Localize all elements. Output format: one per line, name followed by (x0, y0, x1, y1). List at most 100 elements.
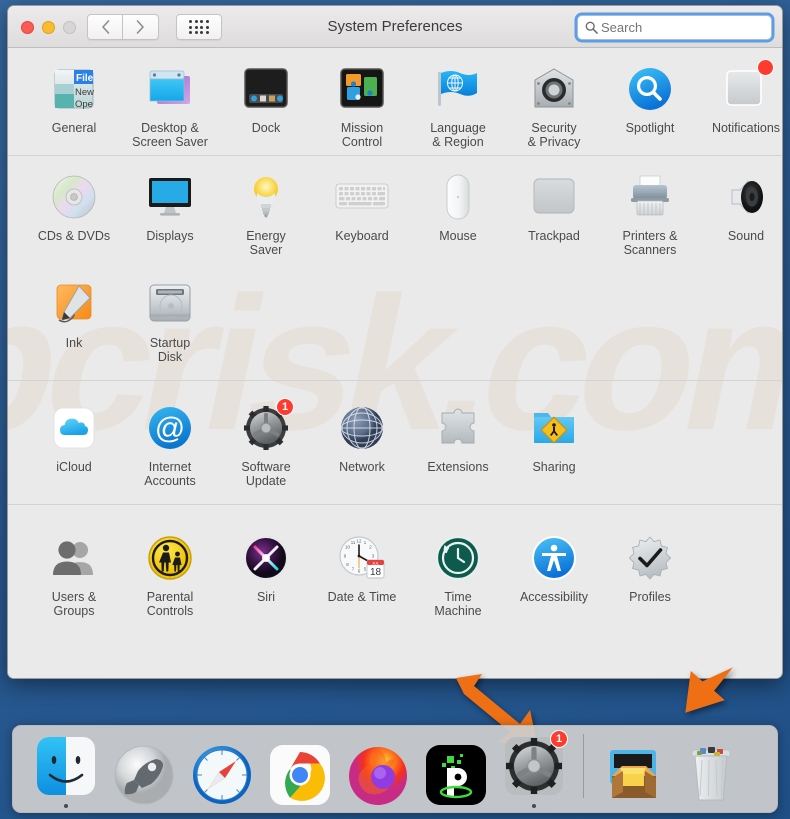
pref-label: Security & Privacy (527, 121, 581, 149)
pref-desktop-screen-saver[interactable]: Desktop & Screen Saver (122, 48, 218, 155)
dock-item-trash[interactable] (672, 724, 750, 808)
dock-item-launchpad[interactable] (105, 724, 183, 808)
pref-keyboard[interactable]: Keyboard (314, 156, 410, 263)
downloads-stack-icon (600, 742, 666, 808)
pref-software-update[interactable]: 1 Software Update (218, 387, 314, 494)
pref-siri[interactable]: Siri (218, 517, 314, 624)
pref-language-region[interactable]: Language & Region (410, 48, 506, 155)
search-input[interactable] (601, 20, 761, 35)
users-groups-icon (47, 531, 101, 585)
pref-profiles[interactable]: Profiles (602, 517, 698, 624)
dock-item-firefox[interactable] (339, 724, 417, 808)
dock-badge-count: 1 (550, 730, 568, 748)
preferences-grid: pcrisk.com File New Ope General Desktop … (8, 48, 782, 678)
pref-mission-control[interactable]: Mission Control (314, 48, 410, 155)
sharing-icon (527, 401, 581, 455)
desktop-screensaver-icon (143, 62, 197, 116)
svg-text:File: File (76, 73, 94, 84)
dock-item-finder[interactable] (27, 724, 105, 808)
pref-label: General (51, 121, 97, 135)
pref-label: iCloud (56, 460, 92, 474)
pref-label: Siri (256, 590, 276, 604)
pref-notifications[interactable]: Notifications (698, 48, 782, 155)
pref-label: Date & Time (327, 590, 397, 604)
pref-network[interactable]: Network (314, 387, 410, 494)
accessibility-icon (527, 531, 581, 585)
dock: 1 (12, 725, 778, 813)
running-indicator (64, 804, 68, 808)
pref-displays[interactable]: Displays (122, 156, 218, 263)
pref-icloud[interactable]: iCloud (26, 387, 122, 494)
mission-control-icon (335, 62, 389, 116)
pia-icon (423, 742, 489, 808)
dock-item-downloads-stack[interactable] (594, 724, 672, 808)
startup-disk-icon (143, 277, 197, 331)
pref-label: Energy Saver (246, 229, 286, 257)
pref-startup-disk[interactable]: Startup Disk (122, 263, 218, 370)
dock-item-chrome[interactable] (261, 724, 339, 808)
pref-label: Software Update (241, 460, 291, 488)
pref-users-groups[interactable]: Users & Groups (26, 517, 122, 624)
svg-text:Ope: Ope (75, 99, 93, 110)
pref-internet-accounts[interactable]: @ Internet Accounts (122, 387, 218, 494)
prefs-row: CDs & DVDs Displays Energy Saver Keyboar… (8, 156, 782, 263)
sound-icon (719, 170, 773, 224)
dock-item-pia[interactable] (417, 724, 495, 808)
section-hardware: CDs & DVDs Displays Energy Saver Keyboar… (8, 155, 782, 380)
system-preferences-icon: 1 (501, 730, 568, 799)
display-icon (143, 170, 197, 224)
pref-time-machine[interactable]: Time Machine (410, 517, 506, 624)
svg-text:10: 10 (345, 545, 350, 550)
window-titlebar: System Preferences (8, 6, 782, 48)
pref-cds-dvds[interactable]: CDs & DVDs (26, 156, 122, 263)
finder-icon (33, 733, 99, 799)
pref-label: Keyboard (335, 229, 389, 243)
dock-item-system-preferences[interactable]: 1 (495, 724, 573, 808)
pref-mouse[interactable]: Mouse (410, 156, 506, 263)
parental-controls-icon (143, 531, 197, 585)
pref-sharing[interactable]: Sharing (506, 387, 602, 494)
pref-label: Trackpad (528, 229, 580, 243)
pref-label: Sharing (532, 460, 576, 474)
pref-spotlight[interactable]: Spotlight (602, 48, 698, 155)
pref-label: Users & Groups (51, 590, 97, 618)
cd-dvd-icon (47, 170, 101, 224)
safari-icon (189, 742, 255, 808)
search-field[interactable] (577, 15, 772, 40)
running-indicator (532, 804, 536, 808)
notification-badge-dot (757, 59, 774, 76)
pref-label: Extensions (427, 460, 489, 474)
pref-label: Language & Region (430, 121, 486, 149)
pref-general[interactable]: File New Ope General (26, 48, 122, 155)
pref-energy-saver[interactable]: Energy Saver (218, 156, 314, 263)
pref-extensions[interactable]: Extensions (410, 387, 506, 494)
section-system: Users & Groups Parental Controls Siri 12… (8, 504, 782, 624)
system-preferences-window: System Preferences pcrisk.com (7, 5, 783, 679)
pref-label: Dock (251, 121, 281, 135)
pref-date-time[interactable]: 1212 345 678 91011 JUL (314, 517, 410, 624)
pref-security-privacy[interactable]: Security & Privacy (506, 48, 602, 155)
dock-separator (583, 734, 584, 798)
trash-icon (678, 742, 744, 808)
svg-text:@: @ (155, 412, 185, 445)
pref-ink[interactable]: Ink (26, 263, 122, 370)
pref-printers-scanners[interactable]: Printers & Scanners (602, 156, 698, 263)
pref-parental-controls[interactable]: Parental Controls (122, 517, 218, 624)
pref-label: Mission Control (340, 121, 384, 149)
dock-item-safari[interactable] (183, 724, 261, 808)
pref-label: Profiles (629, 590, 671, 604)
pref-dock[interactable]: Dock (218, 48, 314, 155)
pref-accessibility[interactable]: Accessibility (506, 517, 602, 624)
printer-icon (623, 170, 677, 224)
pref-label: Time Machine (434, 590, 482, 618)
pref-trackpad[interactable]: Trackpad (506, 156, 602, 263)
svg-text:New: New (75, 87, 94, 98)
trackpad-icon (527, 170, 581, 224)
pref-sound[interactable]: Sound (698, 156, 782, 263)
extensions-icon (431, 401, 485, 455)
pref-label: Startup Disk (149, 336, 191, 364)
arrow-pointing-to-profiles (648, 638, 738, 728)
firefox-icon (345, 742, 411, 808)
pref-label: Notifications (711, 121, 781, 135)
time-machine-icon (431, 531, 485, 585)
